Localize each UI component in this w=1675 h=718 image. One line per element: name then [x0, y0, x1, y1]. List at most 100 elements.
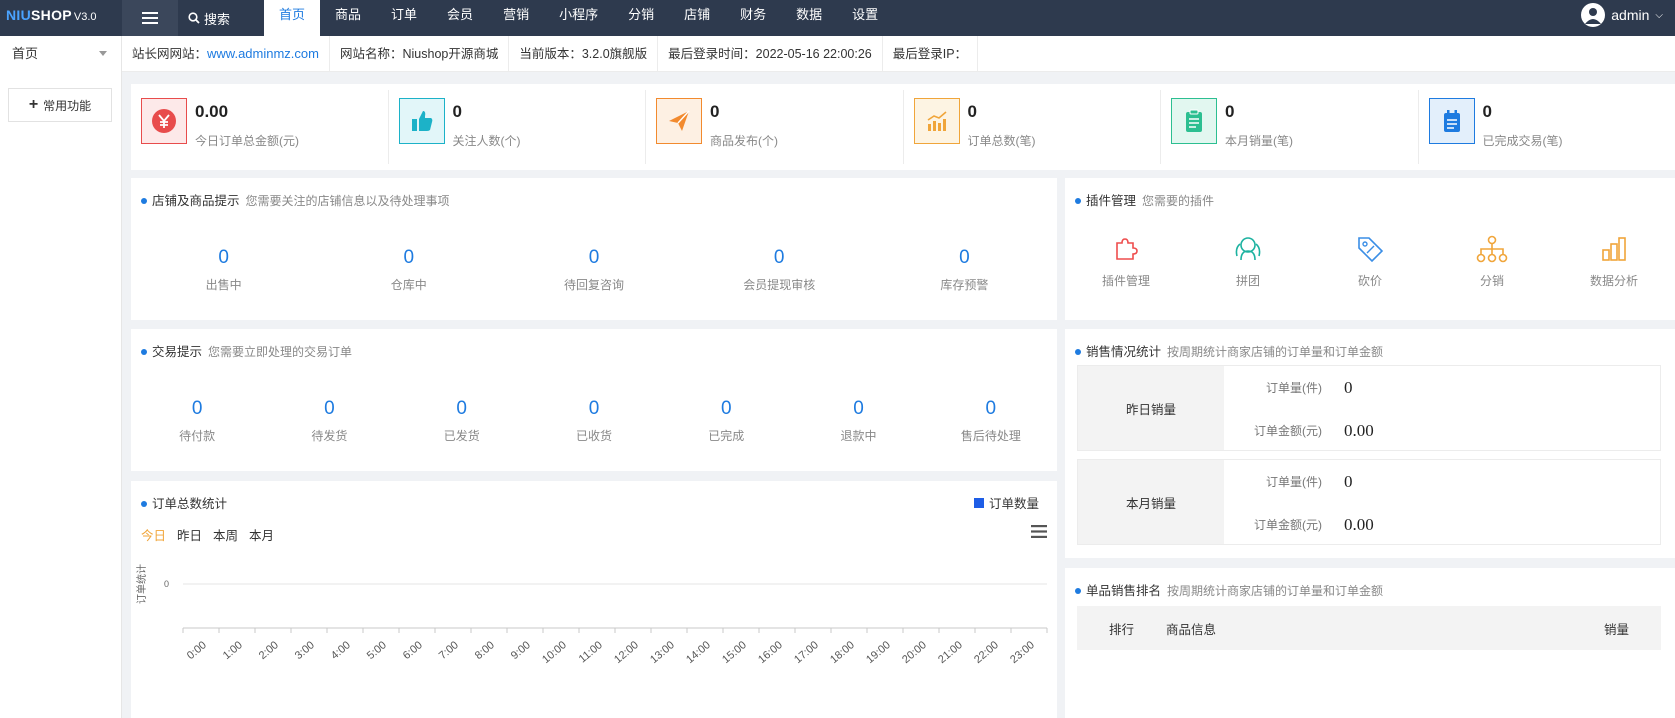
- main-nav: 首页 商品 订单 会员 营销 小程序 分销 店铺 财务 数据 设置: [264, 0, 893, 36]
- plugin-item-manage[interactable]: 插件管理: [1065, 232, 1187, 289]
- sales-value: 0.00: [1344, 514, 1374, 534]
- stat-completed-trades[interactable]: 0 已完成交易(笔): [1419, 90, 1675, 164]
- counter-after-sales[interactable]: 0 售后待处理: [925, 397, 1057, 444]
- user-menu[interactable]: admin ⌵: [1581, 0, 1663, 30]
- nav-miniapp[interactable]: 小程序: [544, 0, 613, 36]
- x-tick-label: 18:00: [828, 639, 857, 666]
- sales-key: 订单金额(元): [1254, 518, 1322, 532]
- search-button[interactable]: 搜索: [188, 0, 230, 36]
- x-tick-label: 4:00: [329, 639, 353, 662]
- user-icon: [1585, 8, 1602, 24]
- counter-refunding[interactable]: 0 退款中: [792, 397, 924, 444]
- counter-pending-consult[interactable]: 0 待回复咨询: [501, 246, 686, 293]
- nav-shop[interactable]: 店铺: [669, 0, 725, 36]
- plugin-label: 数据分析: [1589, 274, 1638, 288]
- x-tick-label: 1:00: [221, 639, 245, 662]
- counter-pending-payment[interactable]: 0 待付款: [131, 397, 263, 444]
- sales-value: 0: [1344, 471, 1353, 491]
- stat-month-sales[interactable]: 0 本月销量(笔): [1161, 90, 1419, 164]
- last-login-ip: 最后登录IP：: [883, 35, 979, 72]
- stat-today-amount[interactable]: 0.00 今日订单总金额(元): [131, 90, 389, 164]
- plugin-item-distribution[interactable]: 分销: [1431, 232, 1553, 289]
- site-url-link[interactable]: www.adminmz.com: [207, 46, 319, 61]
- x-tick-label: 14:00: [684, 639, 713, 666]
- plugin-label: 分销: [1479, 274, 1504, 288]
- legend-label: 订单数量: [988, 497, 1039, 511]
- last-login-time: 最后登录时间：2022-05-16 22:00:26: [658, 35, 883, 72]
- counter-on-sale[interactable]: 0 出售中: [131, 246, 316, 293]
- nav-marketing[interactable]: 营销: [488, 0, 544, 36]
- tag-icon: [1309, 232, 1431, 266]
- counter-pending-shipment[interactable]: 0 待发货: [263, 397, 395, 444]
- sidebar-home-label: 首页: [12, 46, 39, 61]
- nav-goods[interactable]: 商品: [320, 0, 376, 36]
- column-sales[interactable]: 销量: [1604, 619, 1629, 638]
- logo[interactable]: NIU SHOP V3.0: [6, 7, 97, 29]
- sales-key: 订单量(件): [1266, 475, 1322, 489]
- sales-value: 0.00: [1344, 420, 1374, 440]
- stat-goods-published[interactable]: 0 商品发布(个): [646, 90, 904, 164]
- logo-text-shop: SHOP: [31, 7, 72, 23]
- sales-stats-panel: 销售情况统计 按周期统计商家店铺的订单量和订单金额 昨日销量 订单量(件) 0 订单…: [1065, 329, 1675, 558]
- column-product-info[interactable]: 商品信息: [1166, 619, 1216, 638]
- y-axis-label: 订单统计: [135, 564, 148, 604]
- username: admin: [1611, 7, 1650, 23]
- counter-withdraw-review[interactable]: 0 会员提现审核: [687, 246, 872, 293]
- nav-settings[interactable]: 设置: [837, 0, 893, 36]
- site-name: 网站名称：Niushop开源商城: [330, 35, 510, 72]
- shop-tips-panel: 店铺及商品提示 您需要关注的店铺信息以及待处理事项 0 出售中 0 仓库中 0 待回复咨…: [131, 178, 1057, 320]
- nav-finance[interactable]: 财务: [725, 0, 781, 36]
- yen-icon: [141, 98, 187, 144]
- sales-key: 订单量(件): [1266, 381, 1322, 395]
- counter-stock-warning[interactable]: 0 库存预警: [872, 246, 1057, 293]
- sales-value: 0: [1344, 377, 1353, 397]
- logo-text-niu: NIU: [6, 7, 32, 23]
- stat-total-orders[interactable]: 0 订单总数(笔): [904, 90, 1161, 164]
- chart-menu-button[interactable]: [1031, 525, 1047, 541]
- stat-value: 0: [1225, 102, 1235, 121]
- stats-row: 0.00 今日订单总金额(元) 0 关注人数(个) 0 商品发布(个) 0 订单…: [131, 84, 1675, 170]
- nav-home[interactable]: 首页: [264, 0, 321, 36]
- stat-label: 今日订单总金额(元): [195, 134, 299, 148]
- chart-legend[interactable]: 订单数量: [973, 493, 1039, 512]
- plugin-item-data-analysis[interactable]: 数据分析: [1553, 232, 1675, 289]
- sidebar-home-item[interactable]: 首页: [0, 36, 121, 72]
- puzzle-icon: [1065, 232, 1187, 266]
- x-tick-label: 22:00: [972, 639, 1001, 666]
- chevron-down-icon: ⌵: [1655, 9, 1663, 21]
- counter-received[interactable]: 0 已收货: [528, 397, 660, 444]
- plugin-item-group-buy[interactable]: 拼团: [1187, 232, 1309, 289]
- stat-followers[interactable]: 0 关注人数(个): [389, 90, 646, 164]
- x-tick-label: 10:00: [540, 639, 569, 666]
- trade-tips-counters: 0 待付款 0 待发货 0 已发货 0 已收货 0 已完成 0 退款中 0 售后待处理: [131, 397, 1057, 444]
- counter-in-warehouse[interactable]: 0 仓库中: [316, 246, 501, 293]
- column-rank[interactable]: 排行: [1109, 619, 1134, 638]
- trade-tips-title: 交易提示 您需要立即处理的交易订单: [141, 341, 352, 360]
- counter-shipped[interactable]: 0 已发货: [396, 397, 528, 444]
- order-chart-title: 订单总数统计: [141, 493, 227, 512]
- nav-data[interactable]: 数据: [781, 0, 837, 36]
- stat-label: 订单总数(笔): [967, 134, 1036, 148]
- stat-label: 本月销量(笔): [1225, 134, 1293, 148]
- ranking-table-header: 排行 商品信息 销量: [1077, 606, 1661, 650]
- nav-orders[interactable]: 订单: [376, 0, 432, 36]
- hierarchy-icon: [1431, 232, 1553, 266]
- common-functions-button[interactable]: + 常用功能: [8, 88, 112, 122]
- plugin-item-bargain[interactable]: 砍价: [1309, 232, 1431, 289]
- paper-plane-icon: [656, 98, 702, 144]
- counter-completed[interactable]: 0 已完成: [660, 397, 792, 444]
- common-functions-label: 常用功能: [43, 98, 92, 113]
- menu-toggle-button[interactable]: [122, 0, 178, 36]
- stat-value: 0: [967, 102, 977, 121]
- legend-swatch: [973, 497, 984, 508]
- product-ranking-title: 单品销售排名 按周期统计商家店铺的订单量和订单金额: [1075, 580, 1383, 599]
- x-tick-label: 19:00: [864, 639, 893, 666]
- stat-value: 0: [452, 102, 462, 121]
- stat-label: 商品发布(个): [710, 134, 778, 148]
- nav-members[interactable]: 会员: [432, 0, 488, 36]
- x-tick-label: 9:00: [509, 639, 533, 662]
- nav-distribution[interactable]: 分销: [613, 0, 669, 36]
- sales-month-block: 本月销量 订单量(件) 0 订单金额(元) 0.00: [1077, 459, 1661, 545]
- sales-yesterday-block: 昨日销量 订单量(件) 0 订单金额(元) 0.00: [1077, 365, 1661, 451]
- search-icon: [188, 12, 200, 24]
